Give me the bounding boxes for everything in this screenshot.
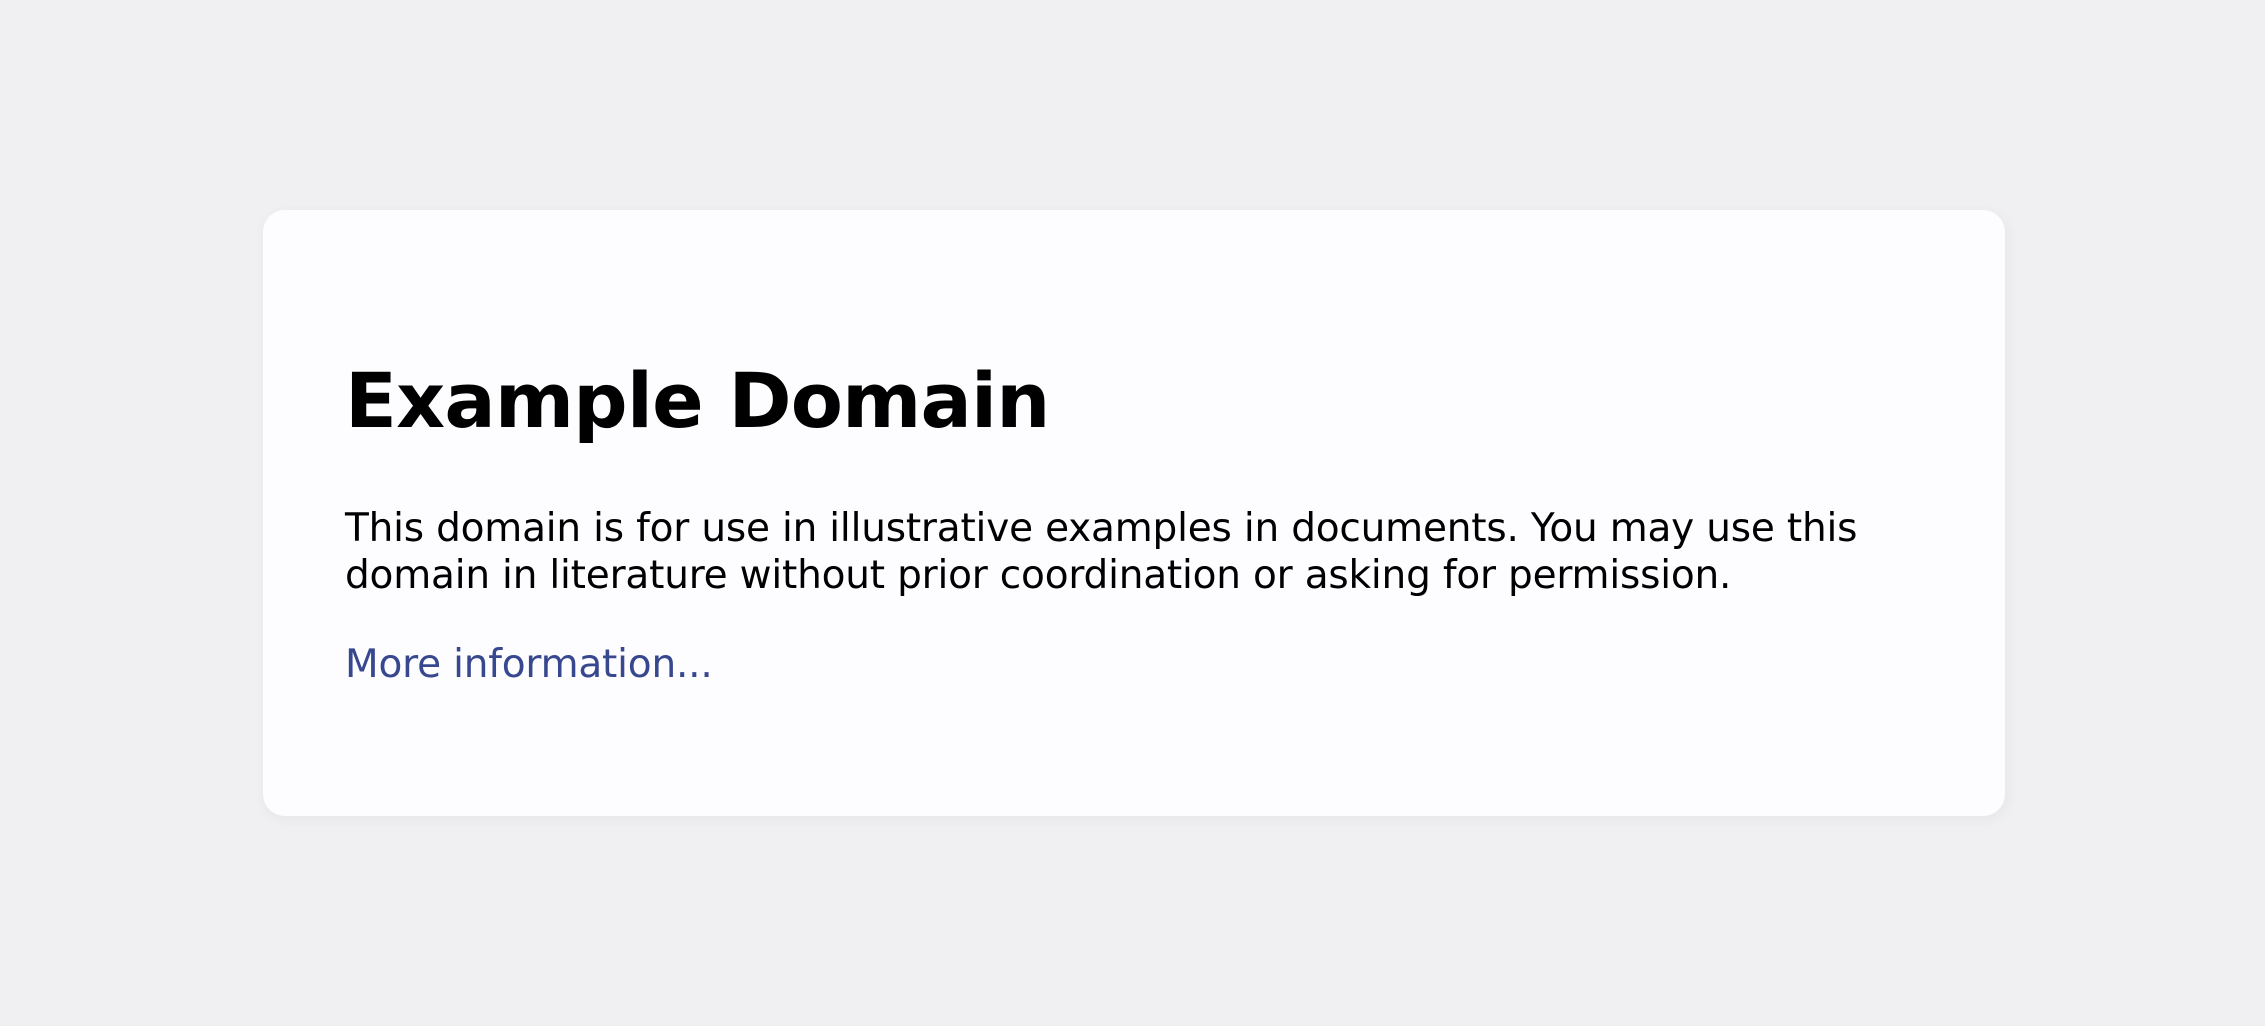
page-description: This domain is for use in illustrative e… xyxy=(345,506,1858,598)
page: { "page": { "title": "Example Domain", "… xyxy=(0,0,2265,1026)
content-card: Example Domain This domain is for use in… xyxy=(263,210,2005,816)
more-information-link[interactable]: More information... xyxy=(345,641,713,688)
page-title: Example Domain xyxy=(345,356,1050,445)
